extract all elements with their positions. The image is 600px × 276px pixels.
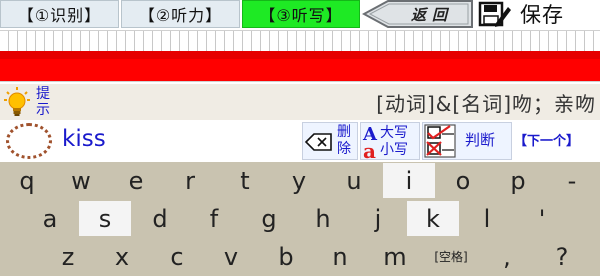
save-label: 保存 (520, 3, 564, 27)
back-label: 返回 (410, 6, 453, 24)
case-toggle-button[interactable]: A a 大写 小写 (360, 122, 420, 160)
delete-button[interactable]: 删除 (302, 122, 358, 160)
avatar[interactable] (6, 123, 52, 159)
word-meaning: [动词]&[名词]吻；亲吻 (376, 92, 596, 116)
lightbulb-icon (4, 87, 30, 116)
key-apostrophe[interactable]: ' (516, 201, 568, 236)
key-l[interactable]: l (461, 201, 513, 236)
key-g[interactable]: g (243, 201, 295, 236)
key-j[interactable]: j (352, 201, 404, 236)
answer-input[interactable]: kiss (62, 126, 106, 152)
key-m[interactable]: m (369, 239, 421, 274)
keyboard: q w e r t y u i o p - a s d f g h j k l … (0, 162, 600, 276)
tab-dictation[interactable]: 【③听写】 (242, 0, 360, 28)
hint-button[interactable]: 提示 (4, 84, 60, 120)
case-lower-label: 小写 (380, 142, 408, 158)
key-question[interactable]: ? (536, 239, 588, 274)
case-upper-label: 大写 (380, 125, 408, 141)
next-button[interactable]: 【下一个】 (514, 130, 579, 149)
key-s[interactable]: s (79, 201, 131, 236)
key-w[interactable]: w (55, 163, 107, 198)
key-o[interactable]: o (437, 163, 489, 198)
case-toggle-icon: A a (362, 124, 378, 160)
key-p[interactable]: p (492, 163, 544, 198)
progress-bar (0, 30, 600, 82)
check-label: 判断 (465, 131, 496, 149)
back-button[interactable]: 返回 (362, 0, 474, 28)
key-i[interactable]: i (383, 163, 435, 198)
key-space[interactable]: [空格] (423, 239, 479, 274)
key-d[interactable]: d (134, 201, 186, 236)
key-h[interactable]: h (297, 201, 349, 236)
tab-identify[interactable]: 【①识别】 (0, 0, 119, 28)
svg-text:a: a (363, 139, 376, 160)
key-comma[interactable]: , (481, 239, 533, 274)
key-f[interactable]: f (188, 201, 240, 236)
save-button[interactable]: 保存 (478, 0, 600, 28)
save-icon (478, 1, 511, 27)
key-e[interactable]: e (110, 163, 162, 198)
key-q[interactable]: q (1, 163, 53, 198)
check-cross-icon (424, 124, 456, 158)
key-r[interactable]: r (164, 163, 216, 198)
backspace-icon (305, 133, 332, 151)
key-c[interactable]: c (151, 239, 203, 274)
hint-label: 提示 (36, 86, 50, 118)
key-x[interactable]: x (96, 239, 148, 274)
key-dash[interactable]: - (546, 163, 598, 198)
key-k[interactable]: k (407, 201, 459, 236)
key-z[interactable]: z (42, 239, 94, 274)
key-b[interactable]: b (260, 239, 312, 274)
answer-row: kiss 删除 A a 大写 小写 判断 【下一个】 (0, 120, 600, 162)
check-button[interactable]: 判断 (422, 122, 512, 160)
delete-label: 删除 (337, 124, 351, 157)
hint-row: 提示 [动词]&[名词]吻；亲吻 (0, 84, 600, 120)
key-t[interactable]: t (219, 163, 271, 198)
key-u[interactable]: u (328, 163, 380, 198)
key-a[interactable]: a (24, 201, 76, 236)
key-v[interactable]: v (205, 239, 257, 274)
tab-listening[interactable]: 【②听力】 (121, 0, 240, 28)
key-n[interactable]: n (314, 239, 366, 274)
key-y[interactable]: y (273, 163, 325, 198)
